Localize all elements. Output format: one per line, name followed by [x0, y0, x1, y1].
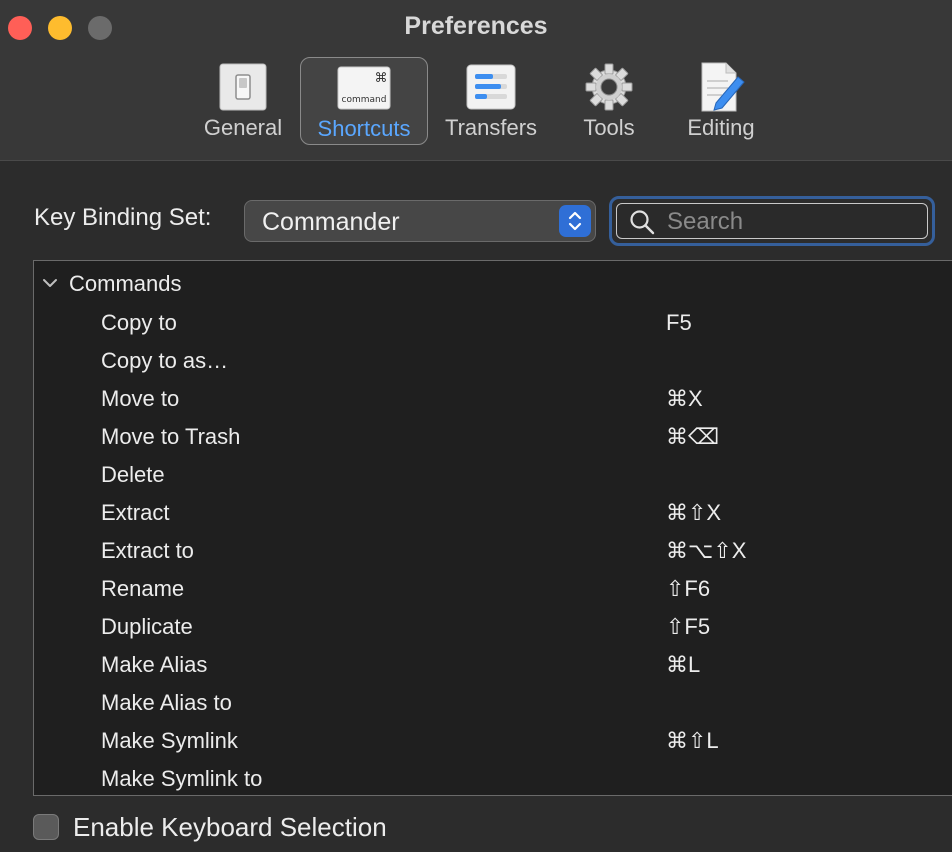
- command-name: Make Alias to: [101, 690, 232, 715]
- key-binding-set-value: Commander: [262, 208, 400, 236]
- command-name: Make Alias: [101, 652, 208, 677]
- command-name: Make Symlink: [101, 728, 238, 753]
- shortcut-key[interactable]: ⌘X: [666, 386, 703, 412]
- command-name: Move to Trash: [101, 424, 241, 449]
- search-field[interactable]: [616, 203, 928, 239]
- shortcut-key[interactable]: ⌘⌫: [666, 424, 719, 450]
- command-name: Move to: [101, 386, 180, 411]
- command-name: Make Symlink to: [101, 766, 263, 791]
- shortcut-key[interactable]: ⇧F6: [666, 576, 710, 602]
- toggle-switch-icon: [216, 61, 270, 113]
- shortcut-key[interactable]: F5: [666, 310, 692, 336]
- table-row[interactable]: Make Symlink ⌘⇧L: [34, 723, 952, 761]
- search-icon: [629, 209, 655, 240]
- shortcut-key[interactable]: ⌘⇧X: [666, 500, 721, 526]
- search-input[interactable]: [665, 207, 919, 237]
- search-focus-ring: [609, 196, 935, 246]
- tab-shortcuts[interactable]: ⌘ command Shortcuts: [300, 57, 428, 145]
- shortcut-key[interactable]: ⇧F5: [666, 614, 710, 640]
- sliders-icon: [464, 61, 518, 113]
- command-name: Delete: [101, 462, 165, 487]
- shortcut-key[interactable]: ⌘⌥⇧X: [666, 538, 746, 564]
- command-name: Extract to: [101, 538, 194, 563]
- tab-general[interactable]: General: [200, 57, 286, 145]
- chevron-down-icon[interactable]: [42, 276, 58, 294]
- window-title: Preferences: [404, 12, 548, 40]
- command-key-symbol: ⌘: [375, 71, 388, 86]
- tab-transfers-label: Transfers: [444, 115, 538, 140]
- command-key-caption: command: [342, 95, 387, 105]
- key-binding-set-label: Key Binding Set:: [34, 204, 212, 231]
- table-row[interactable]: Duplicate ⇧F5: [34, 609, 952, 647]
- tab-shortcuts-label: Shortcuts: [317, 116, 411, 141]
- command-name: Copy to as…: [101, 348, 229, 373]
- table-row[interactable]: Make Symlink to: [34, 761, 952, 795]
- tab-editing-label: Editing: [687, 115, 755, 140]
- table-row[interactable]: Extract to ⌘⌥⇧X: [34, 533, 952, 571]
- command-key-icon: ⌘ command: [337, 62, 391, 114]
- tab-general-label: General: [203, 115, 283, 140]
- key-binding-set-select[interactable]: Commander: [244, 200, 596, 242]
- table-row[interactable]: Move to Trash ⌘⌫: [34, 419, 952, 457]
- document-pencil-icon: [694, 61, 748, 113]
- table-row[interactable]: Make Alias ⌘L: [34, 647, 952, 685]
- table-row[interactable]: Delete: [34, 457, 952, 495]
- tab-tools-label: Tools: [583, 115, 635, 140]
- table-row[interactable]: Extract ⌘⇧X: [34, 495, 952, 533]
- group-label: Commands: [69, 271, 182, 296]
- tab-transfers[interactable]: Transfers: [440, 57, 542, 145]
- group-row-commands[interactable]: Commands: [34, 267, 952, 301]
- table-row[interactable]: Move to ⌘X: [34, 381, 952, 419]
- command-name: Duplicate: [101, 614, 193, 639]
- tab-tools[interactable]: Tools: [570, 57, 648, 145]
- title-bar: Preferences General ⌘ command Shortcuts …: [0, 0, 952, 161]
- command-name: Extract: [101, 500, 170, 525]
- table-row[interactable]: Copy to F5: [34, 305, 952, 343]
- enable-keyboard-selection-label: Enable Keyboard Selection: [73, 812, 387, 842]
- command-name: Rename: [101, 576, 185, 601]
- enable-keyboard-selection-checkbox[interactable]: [33, 814, 59, 840]
- enable-keyboard-selection[interactable]: Enable Keyboard Selection: [33, 812, 533, 846]
- chevron-up-down-icon[interactable]: [559, 205, 591, 237]
- preferences-window: Preferences General ⌘ command Shortcuts …: [0, 0, 952, 852]
- shortcut-key[interactable]: ⌘⇧L: [666, 728, 719, 754]
- table-row[interactable]: Make Alias to: [34, 685, 952, 723]
- shortcuts-list[interactable]: Commands Copy to F5 Copy to as… Move to …: [33, 260, 952, 796]
- gear-icon: [582, 61, 636, 113]
- command-name: Copy to: [101, 310, 177, 335]
- tab-editing[interactable]: Editing: [678, 57, 764, 145]
- table-row[interactable]: Copy to as…: [34, 343, 952, 381]
- shortcut-key[interactable]: ⌘L: [666, 652, 700, 678]
- table-row[interactable]: Rename ⇧F6: [34, 571, 952, 609]
